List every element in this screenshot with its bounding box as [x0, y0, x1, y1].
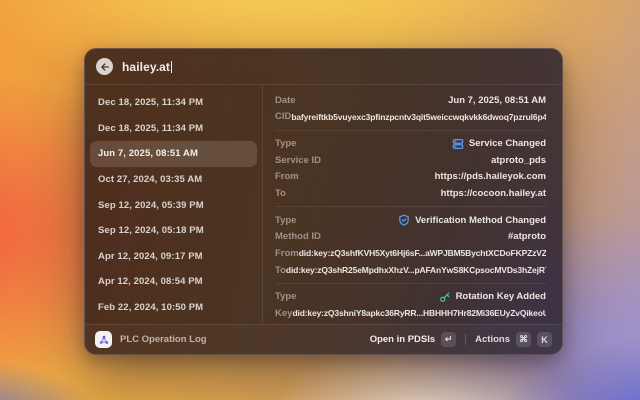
back-button[interactable] — [96, 58, 113, 75]
detail-row-method-id: Method ID #atproto — [275, 229, 546, 246]
list-item[interactable]: Jun 7, 2025, 08:51 AM — [90, 141, 257, 167]
list-item[interactable]: Feb 22, 2024, 10:50 PM — [90, 295, 257, 321]
search-input[interactable]: hailey.at — [122, 49, 551, 84]
detail-value: https://pds.haileyok.com — [435, 171, 546, 182]
detail-label: Type — [275, 291, 296, 302]
list-item[interactable]: Oct 27, 2024, 03:35 AM — [90, 167, 257, 193]
detail-row-from: From https://pds.haileyok.com — [275, 169, 546, 186]
detail-label: Type — [275, 138, 296, 149]
detail-value: did:key:zQ3shR25eMpdhxXhzV...pAFAnYwS8KC… — [286, 265, 546, 275]
type-text: Service Changed — [469, 138, 546, 149]
detail-label: To — [275, 188, 286, 199]
detail-row-type: Type Verification Method Changed — [275, 212, 546, 229]
detail-label: From — [275, 171, 299, 182]
list-item[interactable]: Apr 12, 2024, 08:54 PM — [90, 269, 257, 295]
divider — [275, 130, 546, 131]
search-header: hailey.at — [85, 49, 562, 85]
detail-value: #atproto — [508, 231, 546, 242]
detail-value: did:key:zQ3shfKVH5Xyt6Hj6sF...aWPJBM5Byc… — [299, 248, 546, 258]
list-item[interactable]: Sep 12, 2024, 05:18 PM — [90, 218, 257, 244]
detail-row-from: From did:key:zQ3shfKVH5Xyt6Hj6sF...aWPJB… — [275, 245, 546, 262]
shield-check-icon — [398, 214, 410, 226]
detail-row-cid: CID bafyreiftkb5vuyexc3pfinzpcntv3qit5we… — [275, 109, 546, 126]
detail-value: https://cocoon.hailey.at — [441, 188, 546, 199]
k-key-badge[interactable]: K — [537, 332, 552, 347]
detail-label: From — [275, 248, 299, 259]
action-bar: PLC Operation Log Open in PDSls ↵ Action… — [85, 324, 562, 354]
detail-value: Jun 7, 2025, 08:51 AM — [448, 95, 546, 106]
type-text: Verification Method Changed — [415, 215, 546, 226]
detail-row-key: Key did:key:zQ3shniY8apkc36RyRR...HBHHH7… — [275, 305, 546, 322]
detail-label: CID — [275, 111, 291, 122]
command-key-badge[interactable]: ⌘ — [516, 332, 531, 347]
plc-operation-log-window: hailey.at Dec 18, 2025, 11:34 PM Dec 18,… — [84, 48, 563, 355]
footer-actions: Open in PDSls ↵ Actions ⌘ K — [370, 332, 552, 347]
divider — [465, 334, 466, 345]
text-caret — [171, 61, 172, 73]
plc-app-icon — [95, 331, 112, 348]
divider — [275, 283, 546, 284]
detail-row-type: Type Rotation Key Added — [275, 289, 546, 306]
detail-row-to: To did:key:zQ3shR25eMpdhxXhzV...pAFAnYwS… — [275, 262, 546, 279]
detail-row-service-id: Service ID atproto_pds — [275, 152, 546, 169]
list-item[interactable]: Dec 18, 2025, 11:34 PM — [90, 90, 257, 116]
footer-app-name: PLC Operation Log — [120, 334, 207, 345]
divider — [275, 206, 546, 207]
detail-value: Service Changed — [452, 138, 546, 150]
detail-value: Verification Method Changed — [398, 214, 546, 226]
footer-app: PLC Operation Log — [95, 331, 207, 348]
list-item[interactable]: Sep 12, 2024, 05:39 PM — [90, 192, 257, 218]
desktop-background: hailey.at Dec 18, 2025, 11:34 PM Dec 18,… — [0, 0, 640, 400]
detail-value: atproto_pds — [491, 155, 546, 166]
detail-label: Date — [275, 95, 296, 106]
open-in-pdsls-button[interactable]: Open in PDSls — [370, 334, 435, 345]
actions-button[interactable]: Actions — [475, 334, 510, 345]
arrow-left-icon — [100, 62, 110, 72]
type-text: Rotation Key Added — [456, 291, 546, 302]
detail-row-to: To https://cocoon.hailey.at — [275, 185, 546, 202]
key-icon — [439, 291, 451, 303]
search-text: hailey.at — [122, 60, 170, 74]
detail-label: To — [275, 265, 286, 276]
list-item[interactable]: Apr 12, 2024, 09:17 PM — [90, 244, 257, 270]
detail-label: Method ID — [275, 231, 321, 242]
detail-label: Type — [275, 215, 296, 226]
main-content: Dec 18, 2025, 11:34 PM Dec 18, 2025, 11:… — [85, 85, 562, 324]
detail-row-date: Date Jun 7, 2025, 08:51 AM — [275, 92, 546, 109]
operation-detail: Date Jun 7, 2025, 08:51 AM CID bafyreift… — [263, 85, 562, 324]
detail-label: Service ID — [275, 155, 321, 166]
detail-row-type: Type Service Changed — [275, 135, 546, 152]
return-key-badge[interactable]: ↵ — [441, 332, 456, 347]
list-item[interactable]: Dec 18, 2025, 11:34 PM — [90, 116, 257, 142]
detail-value: did:key:zQ3shniY8apkc36RyRR...HBHHH7Hr82… — [292, 308, 546, 318]
detail-label: Key — [275, 308, 292, 319]
operation-list: Dec 18, 2025, 11:34 PM Dec 18, 2025, 11:… — [85, 85, 263, 324]
server-icon — [452, 138, 464, 150]
detail-value: Rotation Key Added — [439, 291, 546, 303]
detail-value: bafyreiftkb5vuyexc3pfinzpcntv3qit5weiccw… — [291, 112, 546, 122]
